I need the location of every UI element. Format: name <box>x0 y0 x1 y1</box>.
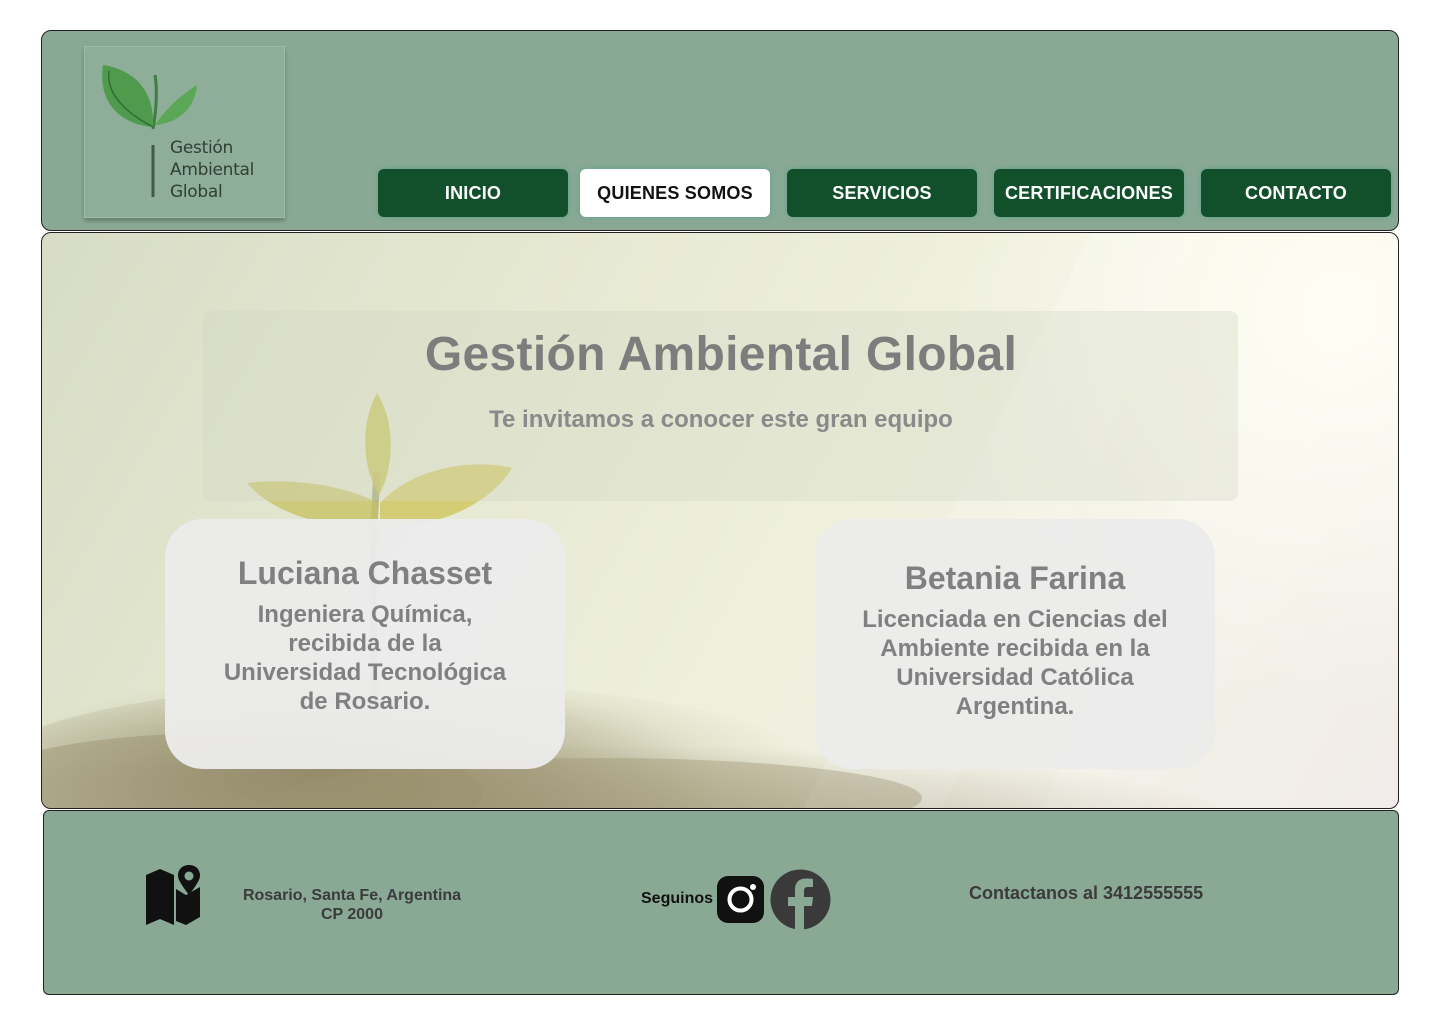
logo-text: Gestión Ambiental Global <box>170 137 254 203</box>
logo-line: Gestión <box>170 138 233 158</box>
team-card: Betania Farina Licenciada en Ciencias de… <box>815 519 1215 769</box>
logo-line: Ambiental <box>170 160 255 180</box>
nav-servicios[interactable]: SERVICIOS <box>787 169 977 217</box>
page-subtitle: Te invitamos a conocer este gran equipo <box>489 406 953 433</box>
contact-phone[interactable]: Contactanos al 3412555555 <box>969 883 1203 904</box>
nav-certificaciones[interactable]: CERTIFICACIONES <box>994 169 1184 217</box>
team-member-description: Ingeniera Química, recibida de la Univer… <box>223 601 507 715</box>
team-member-description: Licenciada en Ciencias del Ambiente reci… <box>862 606 1168 720</box>
team-member-name: Betania Farina <box>904 560 1126 596</box>
header: Gestión Ambiental Global INICIO QUIENES … <box>41 30 1399 231</box>
logo-line: Global <box>170 182 223 202</box>
postal-code: CP 2000 <box>321 906 383 923</box>
footer: Rosario, Santa Fe, Argentina CP 2000 Seg… <box>43 810 1399 995</box>
nav-quienes-somos[interactable]: QUIENES SOMOS <box>580 169 770 217</box>
instagram-icon[interactable] <box>717 876 764 923</box>
facebook-icon[interactable] <box>770 869 831 930</box>
team-card: Luciana Chasset Ingeniera Química, recib… <box>165 519 565 769</box>
nav-inicio[interactable]: INICIO <box>378 169 568 217</box>
nav-contacto[interactable]: CONTACTO <box>1201 169 1391 217</box>
follow-label: Seguinos <box>641 890 714 907</box>
team-member-name: Luciana Chasset <box>237 555 493 591</box>
logo[interactable]: Gestión Ambiental Global <box>84 46 285 218</box>
map-pin-icon[interactable] <box>146 865 202 927</box>
address: Rosario, Santa Fe, Argentina CP 2000 <box>234 886 470 924</box>
address-line: Rosario, Santa Fe, Argentina <box>242 887 462 904</box>
hero-section: Gestión Ambiental Global Te invitamos a … <box>41 232 1399 809</box>
page-title: Gestión Ambiental Global <box>424 328 1018 381</box>
